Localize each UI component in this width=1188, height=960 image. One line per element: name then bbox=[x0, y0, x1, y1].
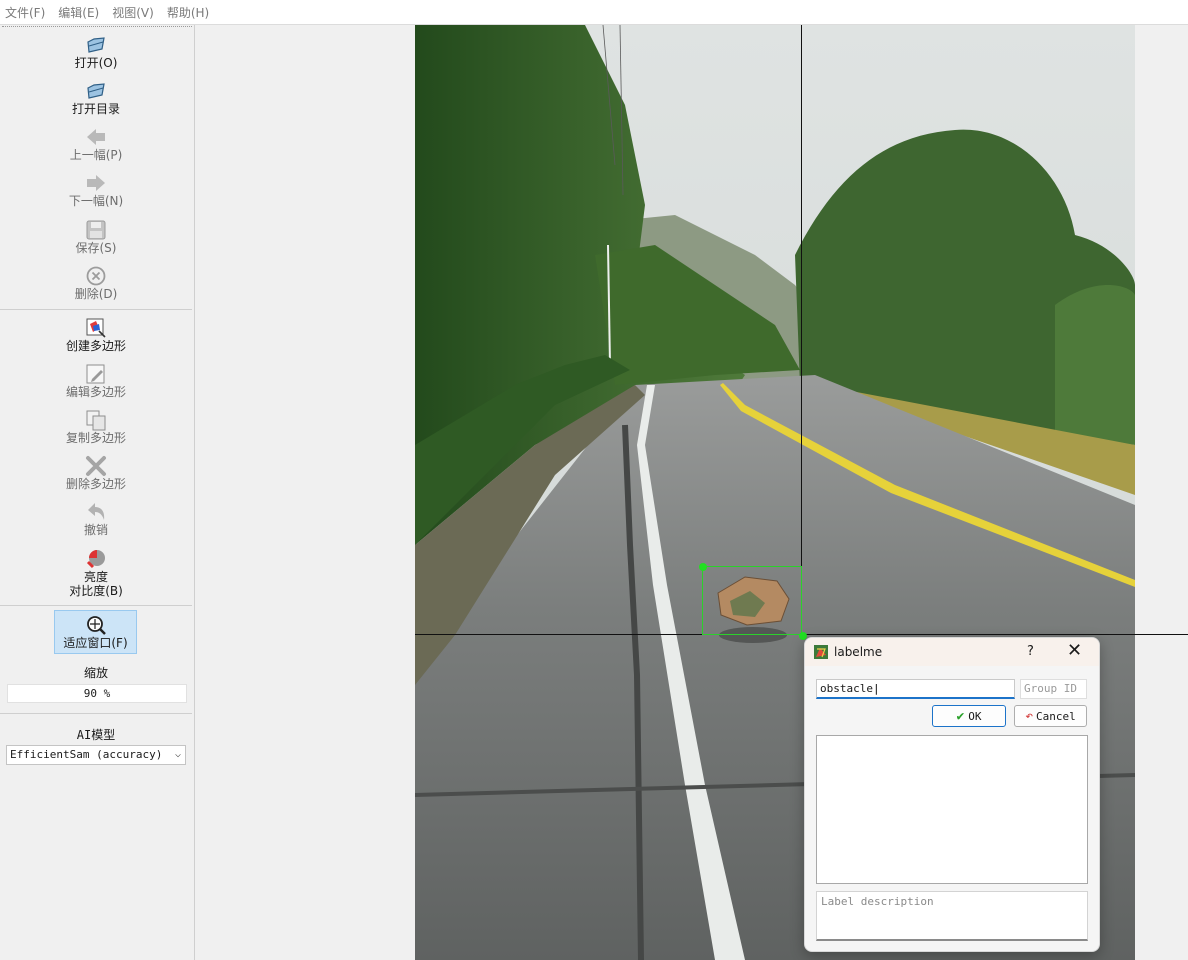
undo-icon bbox=[88, 503, 105, 520]
cancel-label: Cancel bbox=[1036, 709, 1076, 723]
open-button[interactable]: 打开(O) bbox=[0, 34, 192, 70]
copy-polygon-label: 复制多边形 bbox=[65, 431, 126, 445]
close-icon[interactable]: ✕ bbox=[1067, 640, 1082, 661]
next-image-label: 下一幅(N) bbox=[68, 194, 124, 208]
chevron-down-icon: ⌵ bbox=[174, 749, 181, 760]
toolbar-grip[interactable] bbox=[2, 26, 192, 29]
copy-polygon-button[interactable]: 复制多边形 bbox=[0, 409, 192, 445]
prev-image-label: 上一幅(P) bbox=[69, 148, 123, 162]
zoom-fit-icon bbox=[86, 616, 106, 635]
zoom-label: 缩放 bbox=[83, 666, 108, 680]
ai-model-select[interactable]: EfficientSam (accuracy) ⌵ bbox=[6, 745, 186, 765]
menu-file[interactable]: 文件(F) bbox=[0, 4, 53, 21]
toolbar-separator bbox=[0, 713, 192, 714]
delete-file-button[interactable]: 删除(D) bbox=[0, 265, 192, 301]
delete-file-label: 删除(D) bbox=[74, 287, 118, 301]
labelme-logo-icon bbox=[814, 645, 828, 659]
edit-pencil-icon bbox=[86, 364, 105, 384]
undo-button[interactable]: 撤销 bbox=[0, 501, 192, 537]
label-dialog: labelme ? ✕ obstacle| Group ID ✔ OK ↶ Ca… bbox=[804, 637, 1100, 952]
open-label: 打开(O) bbox=[74, 56, 118, 70]
edit-polygon-button[interactable]: 编辑多边形 bbox=[0, 363, 192, 399]
floppy-disk-icon bbox=[86, 220, 106, 240]
save-label: 保存(S) bbox=[75, 241, 117, 255]
label-input[interactable]: obstacle| bbox=[816, 679, 1015, 699]
dialog-titlebar[interactable]: labelme ? ✕ bbox=[805, 638, 1099, 666]
annotation-box[interactable] bbox=[702, 566, 802, 635]
arrow-right-icon bbox=[87, 175, 105, 191]
brightness-icon bbox=[86, 550, 105, 569]
prev-image-button[interactable]: 上一幅(P) bbox=[0, 126, 192, 162]
fit-window-button[interactable]: 适应窗口(F) bbox=[54, 610, 137, 654]
text-caret: | bbox=[872, 682, 880, 695]
crosshair-vertical bbox=[801, 25, 802, 635]
brightness-contrast-button[interactable]: 亮度 对比度(B) bbox=[0, 548, 192, 598]
ai-model-value: EfficientSam (accuracy) bbox=[10, 748, 163, 761]
label-input-value: obstacle bbox=[820, 682, 873, 695]
brightness-label: 亮度 bbox=[83, 570, 108, 584]
open-dir-button[interactable]: 打开目录 bbox=[0, 80, 192, 116]
toolbar-separator bbox=[0, 605, 192, 606]
delete-cross-icon bbox=[86, 456, 106, 476]
box-corner-handle[interactable] bbox=[699, 563, 707, 571]
cancel-button[interactable]: ↶ Cancel bbox=[1014, 705, 1087, 727]
toolbar-separator bbox=[0, 309, 192, 310]
contrast-label: 对比度(B) bbox=[69, 584, 123, 598]
fit-window-label: 适应窗口(F) bbox=[63, 636, 128, 650]
copy-icon bbox=[86, 410, 106, 431]
ai-model-label: AI模型 bbox=[76, 728, 116, 742]
menu-bar: 文件(F) 编辑(E) 视图(V) 帮助(H) bbox=[0, 0, 1188, 25]
cancel-circle-icon bbox=[86, 266, 106, 286]
create-polygon-icon bbox=[86, 318, 106, 338]
folder-open-icon bbox=[87, 37, 105, 53]
menu-edit[interactable]: 编辑(E) bbox=[53, 4, 107, 21]
help-icon[interactable]: ? bbox=[1027, 644, 1034, 659]
delete-polygon-button[interactable]: 删除多边形 bbox=[0, 455, 192, 491]
edit-polygon-label: 编辑多边形 bbox=[65, 385, 126, 399]
delete-polygon-label: 删除多边形 bbox=[65, 477, 126, 491]
create-polygon-button[interactable]: 创建多边形 bbox=[0, 317, 192, 353]
tool-bar: 打开(O) 打开目录 上一幅(P) 下一幅(N) 保存(S) 删除(D) 创建多… bbox=[0, 25, 195, 960]
ok-label: OK bbox=[968, 709, 982, 723]
group-id-input[interactable]: Group ID bbox=[1020, 679, 1087, 699]
menu-help[interactable]: 帮助(H) bbox=[162, 4, 217, 21]
open-dir-label: 打开目录 bbox=[71, 102, 120, 116]
label-description-input[interactable]: Label description bbox=[816, 891, 1088, 941]
undo-arrow-icon: ↶ bbox=[1025, 708, 1034, 724]
arrow-left-icon bbox=[87, 129, 105, 145]
save-button[interactable]: 保存(S) bbox=[0, 219, 192, 255]
label-list[interactable] bbox=[816, 735, 1088, 884]
ok-button[interactable]: ✔ OK bbox=[932, 705, 1006, 727]
dialog-title: labelme bbox=[834, 645, 883, 659]
folder-open-icon bbox=[87, 83, 105, 99]
next-image-button[interactable]: 下一幅(N) bbox=[0, 172, 192, 208]
undo-label: 撤销 bbox=[83, 523, 108, 537]
menu-view[interactable]: 视图(V) bbox=[107, 4, 162, 21]
zoom-spinbox[interactable]: 90 % bbox=[7, 684, 187, 703]
create-polygon-label: 创建多边形 bbox=[65, 339, 126, 353]
checkmark-icon: ✔ bbox=[956, 708, 965, 724]
